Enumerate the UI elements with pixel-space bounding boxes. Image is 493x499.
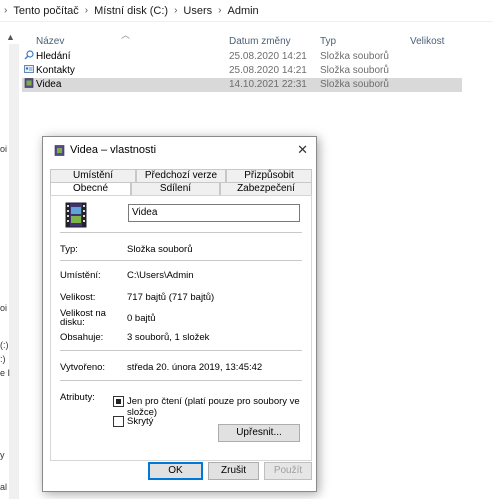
size-value: 717 bajtů (717 bajtů) <box>127 292 215 303</box>
hidden-label: Skrytý <box>127 416 154 427</box>
dialog-title-bar[interactable]: Videa – vlastnosti ✕ <box>43 137 316 163</box>
tab-previous-versions[interactable]: Předchozí verze <box>136 169 226 182</box>
created-value: středa 20. února 2019, 13:45:42 <box>127 362 263 373</box>
breadcrumb-item-local-disk[interactable]: Místní disk (C:) <box>94 5 168 17</box>
dialog-title: Videa – vlastnosti <box>70 144 157 156</box>
file-type: Složka souborů <box>320 65 389 76</box>
type-label: Typ: <box>60 244 78 255</box>
nav-item-fragment[interactable]: :) <box>0 354 6 364</box>
nav-item-fragment[interactable]: e I <box>0 368 10 378</box>
search-folder-icon <box>24 50 34 60</box>
scroll-up-icon[interactable]: ▲ <box>6 32 15 42</box>
tab-security[interactable]: Zabezpečení <box>220 182 312 195</box>
divider <box>60 380 302 381</box>
breadcrumb-separator: › <box>4 5 8 16</box>
size-on-disk-value: 0 bajtů <box>127 313 156 324</box>
breadcrumb-separator: › <box>218 5 222 16</box>
nav-item-fragment[interactable]: y <box>0 450 5 460</box>
breadcrumb-separator: › <box>84 5 89 16</box>
tab-location[interactable]: Umístění <box>50 169 136 182</box>
location-label: Umístění: <box>60 270 101 281</box>
contains-label: Obsahuje: <box>60 332 104 343</box>
nav-item-fragment[interactable]: al <box>0 482 7 492</box>
address-breadcrumb: › Tento počítač › Místní disk (C:) › Use… <box>0 0 493 22</box>
breadcrumb-item-this-pc[interactable]: Tento počítač <box>13 5 78 17</box>
file-type: Složka souborů <box>320 51 389 62</box>
folder-name-input[interactable]: Videa <box>128 204 300 222</box>
created-label: Vytvořeno: <box>60 362 106 373</box>
column-header-size[interactable]: Velikost <box>410 36 444 47</box>
cancel-button[interactable]: Zrušit <box>208 462 259 480</box>
column-header-type[interactable]: Typ <box>320 36 336 47</box>
videos-folder-icon <box>24 78 34 88</box>
videos-folder-icon <box>65 202 87 228</box>
hidden-checkbox[interactable] <box>113 416 124 427</box>
navigation-scrollbar[interactable] <box>9 44 19 499</box>
divider <box>60 260 302 261</box>
ok-button[interactable]: OK <box>148 462 203 480</box>
nav-item-fragment[interactable]: oi <box>0 303 7 313</box>
contacts-folder-icon <box>24 65 34 73</box>
apply-button[interactable]: Použít <box>264 462 312 480</box>
advanced-button[interactable]: Upřesnit... <box>218 424 300 442</box>
file-date: 14.10.2021 22:31 <box>229 79 307 90</box>
file-list: ︿ Název Datum změny Typ Velikost Hledání… <box>22 28 493 92</box>
breadcrumb-item-users[interactable]: Users <box>183 5 212 17</box>
tab-customize[interactable]: Přizpůsobit <box>226 169 312 182</box>
general-tab-panel: Videa Typ: Složka souborů Umístění: C:\U… <box>50 195 312 461</box>
nav-item-fragment[interactable]: (:) <box>0 340 9 350</box>
size-on-disk-label-line2: disku: <box>60 317 85 328</box>
videos-folder-icon <box>54 145 65 156</box>
column-header-date[interactable]: Datum změny <box>229 36 291 47</box>
breadcrumb-item-admin[interactable]: Admin <box>228 5 259 17</box>
file-row[interactable]: Hledání 25.08.2020 14:21 Složka souborů <box>24 50 493 64</box>
navigation-pane: ▲ oi oi (:) :) e I y al <box>0 22 20 499</box>
breadcrumb-separator: › <box>174 5 178 16</box>
file-date: 25.08.2020 14:21 <box>229 51 307 62</box>
type-value: Složka souborů <box>127 244 193 255</box>
close-icon[interactable]: ✕ <box>297 142 308 158</box>
readonly-checkbox[interactable] <box>113 396 124 407</box>
file-type: Složka souborů <box>320 79 389 90</box>
properties-dialog: Videa – vlastnosti ✕ Umístění Předchozí … <box>42 136 317 492</box>
file-row-selected[interactable]: Videa 14.10.2021 22:31 Složka souborů <box>22 78 462 92</box>
file-name: Hledání <box>36 51 71 62</box>
column-header-name[interactable]: Název <box>36 36 64 47</box>
tab-sharing[interactable]: Sdílení <box>131 182 220 195</box>
divider <box>60 232 302 233</box>
readonly-label: Jen pro čtení (platí pouze pro soubory v… <box>127 396 300 418</box>
column-header-row: ︿ Název Datum změny Typ Velikost <box>24 28 493 50</box>
divider <box>60 350 302 351</box>
sort-ascending-icon: ︿ <box>121 30 131 40</box>
file-name: Kontakty <box>36 65 75 76</box>
size-label: Velikost: <box>60 292 96 303</box>
tab-general[interactable]: Obecné <box>50 182 131 196</box>
nav-item-fragment[interactable]: oi <box>0 144 7 154</box>
location-value: C:\Users\Admin <box>127 270 194 281</box>
file-date: 25.08.2020 14:21 <box>229 65 307 76</box>
contains-value: 3 souborů, 1 složek <box>127 332 210 343</box>
file-row[interactable]: Kontakty 25.08.2020 14:21 Složka souborů <box>24 64 493 78</box>
attributes-label: Atributy: <box>60 392 95 403</box>
file-name: Videa <box>36 79 62 90</box>
